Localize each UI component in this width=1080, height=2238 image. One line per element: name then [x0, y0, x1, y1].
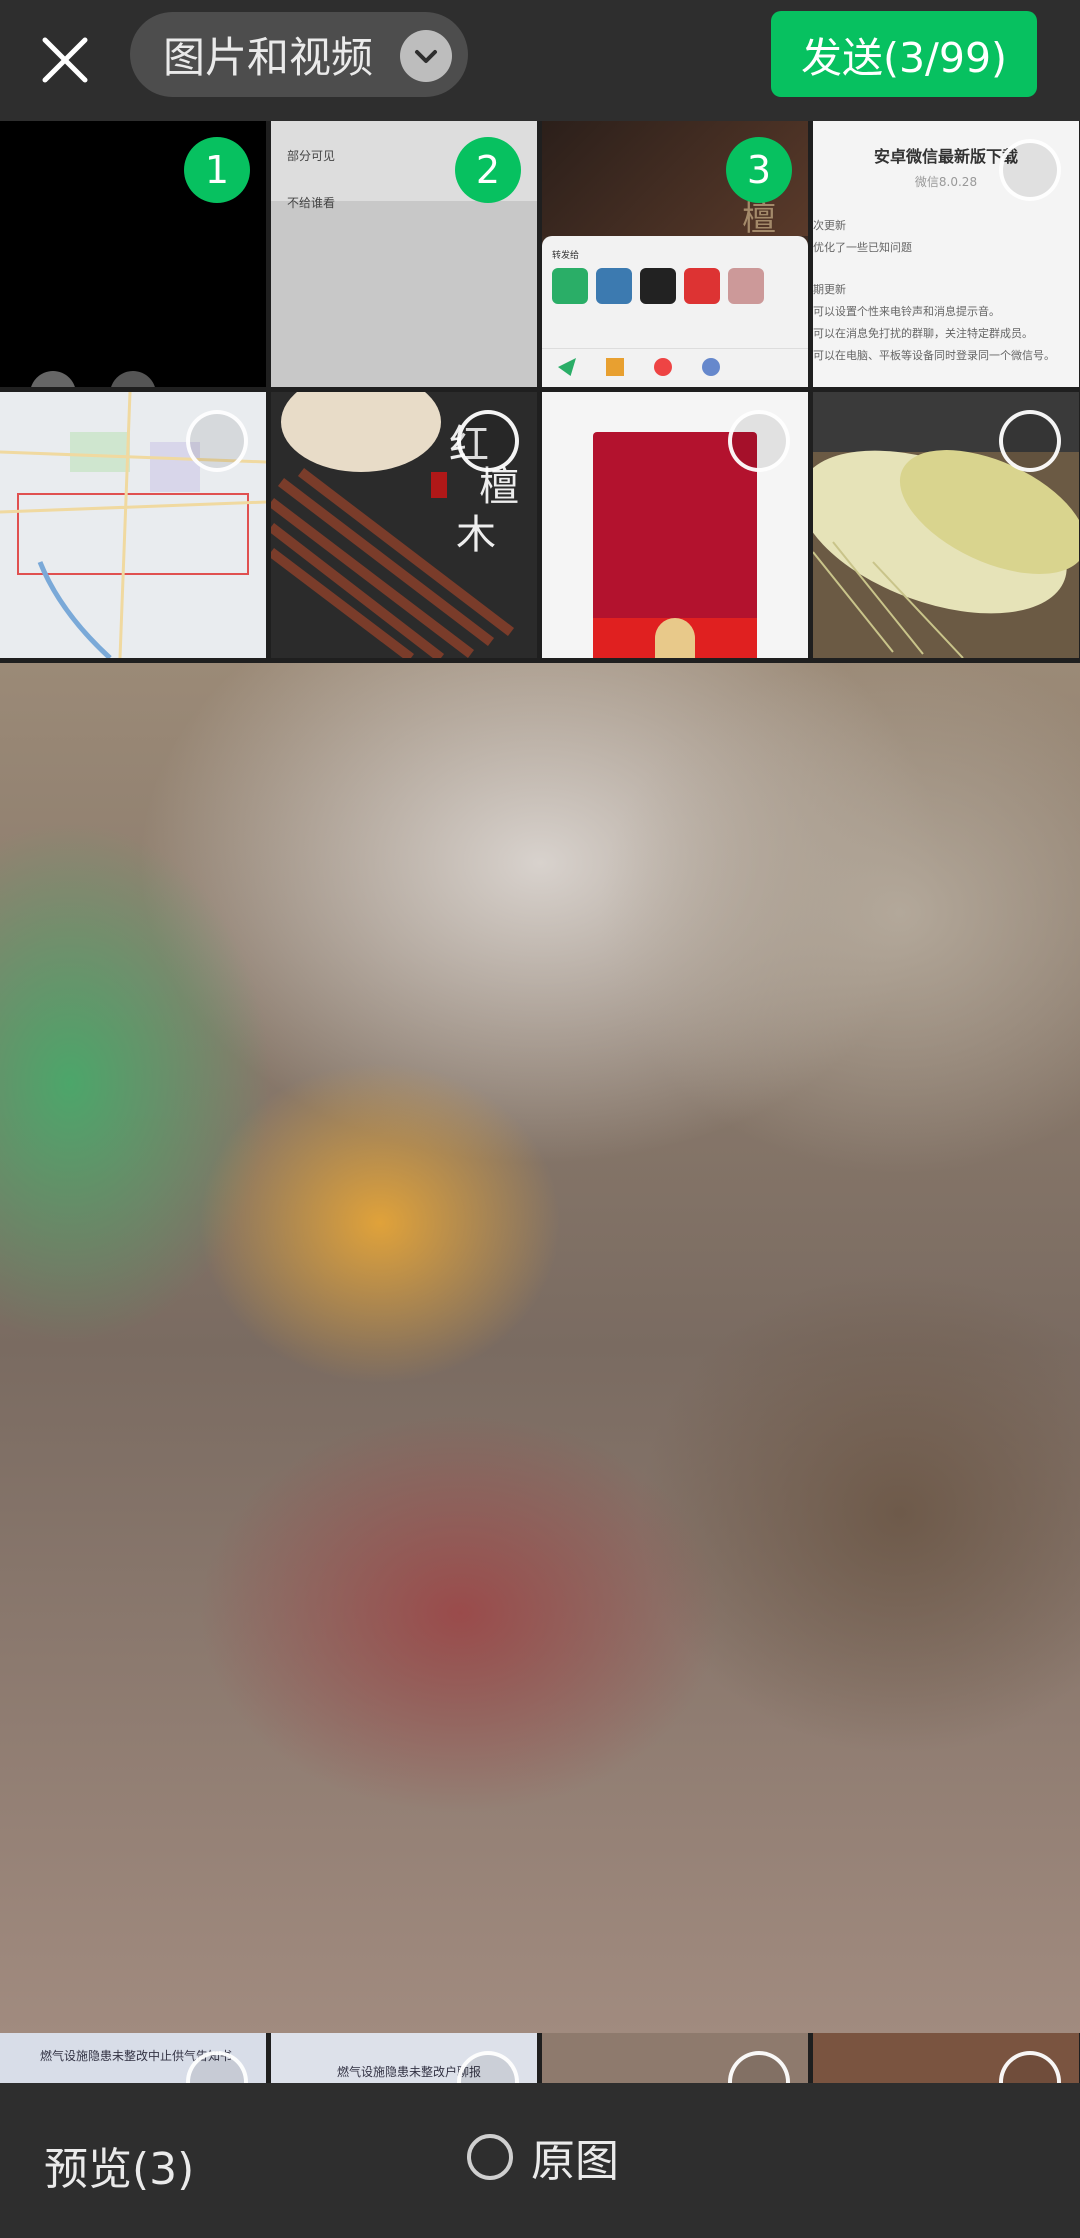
- media-thumbnail[interactable]: 1: [0, 121, 266, 387]
- selection-circle[interactable]: [999, 139, 1061, 201]
- close-icon: [42, 37, 88, 83]
- selection-number-badge[interactable]: 2: [455, 137, 521, 203]
- thumbnail-text: 可以在消息免打扰的群聊，关注特定群成员。: [813, 327, 1033, 340]
- loading-thumbnails-area: [0, 663, 1080, 2033]
- thumbnail-text: 可以在电脑、平板等设备同时登录同一个微信号。: [813, 349, 1055, 362]
- divider: [542, 348, 808, 349]
- thumbnail-text: 次更新: [813, 219, 846, 232]
- radio-circle-icon: [467, 2134, 513, 2180]
- top-bar: 图片和视频 发送(3/99): [0, 0, 1080, 121]
- album-label: 图片和视频: [163, 33, 374, 82]
- selection-circle[interactable]: [999, 2051, 1061, 2083]
- avatar: [728, 268, 764, 304]
- app-icon: [552, 268, 588, 304]
- avatar: [596, 268, 632, 304]
- selection-circle[interactable]: [457, 2051, 519, 2083]
- bottom-bar: 预览(3) 原图: [0, 2083, 1080, 2238]
- selection-circle[interactable]: [999, 410, 1061, 472]
- media-thumbnail[interactable]: [813, 392, 1079, 658]
- avatar: [684, 268, 720, 304]
- thumbnail-decoration: [655, 618, 695, 658]
- thumbnail-text: 部分可见: [287, 149, 336, 163]
- media-thumbnail[interactable]: 燃气设施隐患未整改户聊报: [271, 2033, 537, 2083]
- original-label: 原图: [531, 2136, 619, 2187]
- media-thumbnail[interactable]: 檀 转发给 3: [542, 121, 808, 387]
- selection-circle[interactable]: [728, 2051, 790, 2083]
- search-icon: [702, 358, 720, 376]
- box-icon: [606, 358, 624, 376]
- chevron-down-icon: [400, 30, 452, 82]
- send-button[interactable]: 发送(3/99): [771, 11, 1037, 97]
- star-icon: [654, 358, 672, 376]
- selection-number-badge[interactable]: 3: [726, 137, 792, 203]
- thumbnail-text: 木: [456, 512, 496, 558]
- selection-circle[interactable]: [728, 410, 790, 472]
- media-grid: 1 部分可见 不给谁看 2 檀 转发给 3 安卓微信最新版下载 微信8.0.28…: [0, 121, 1080, 2083]
- thumbnail-decoration: [30, 371, 76, 387]
- media-thumbnail[interactable]: 红 檀 木: [271, 392, 537, 658]
- thumbnail-text: 优化了一些已知问题: [813, 241, 912, 254]
- original-image-toggle[interactable]: 原图: [467, 2125, 619, 2189]
- thumbnail-text: 可以设置个性来电铃声和消息提示音。: [813, 305, 1000, 318]
- selection-number-badge[interactable]: 1: [184, 137, 250, 203]
- selection-circle[interactable]: [457, 410, 519, 472]
- media-thumbnail[interactable]: [0, 392, 266, 658]
- red-card-image: [593, 432, 757, 658]
- avatar: [640, 268, 676, 304]
- selection-circle[interactable]: [186, 410, 248, 472]
- thumbnail-text: 期更新: [813, 283, 846, 296]
- share-icon: [558, 358, 576, 376]
- media-thumbnail[interactable]: 安卓微信最新版下载 微信8.0.28 次更新 优化了一些已知问题 期更新 可以设…: [813, 121, 1079, 387]
- album-selector[interactable]: 图片和视频: [130, 12, 468, 97]
- media-thumbnail[interactable]: 部分可见 不给谁看 2: [271, 121, 537, 387]
- thumbnail-text: 不给谁看: [287, 196, 336, 210]
- media-thumbnail[interactable]: [813, 2033, 1079, 2083]
- preview-button[interactable]: 预览(3): [44, 2133, 194, 2197]
- thumbnail-decoration: [110, 371, 156, 387]
- share-panel: 转发给: [542, 236, 808, 387]
- panel-title: 转发给: [552, 251, 580, 261]
- close-button[interactable]: [30, 25, 100, 95]
- media-thumbnail[interactable]: 燃气设施隐患未整改中止供气告知书: [0, 2033, 266, 2083]
- media-thumbnail[interactable]: [542, 2033, 808, 2083]
- media-thumbnail[interactable]: [542, 392, 808, 658]
